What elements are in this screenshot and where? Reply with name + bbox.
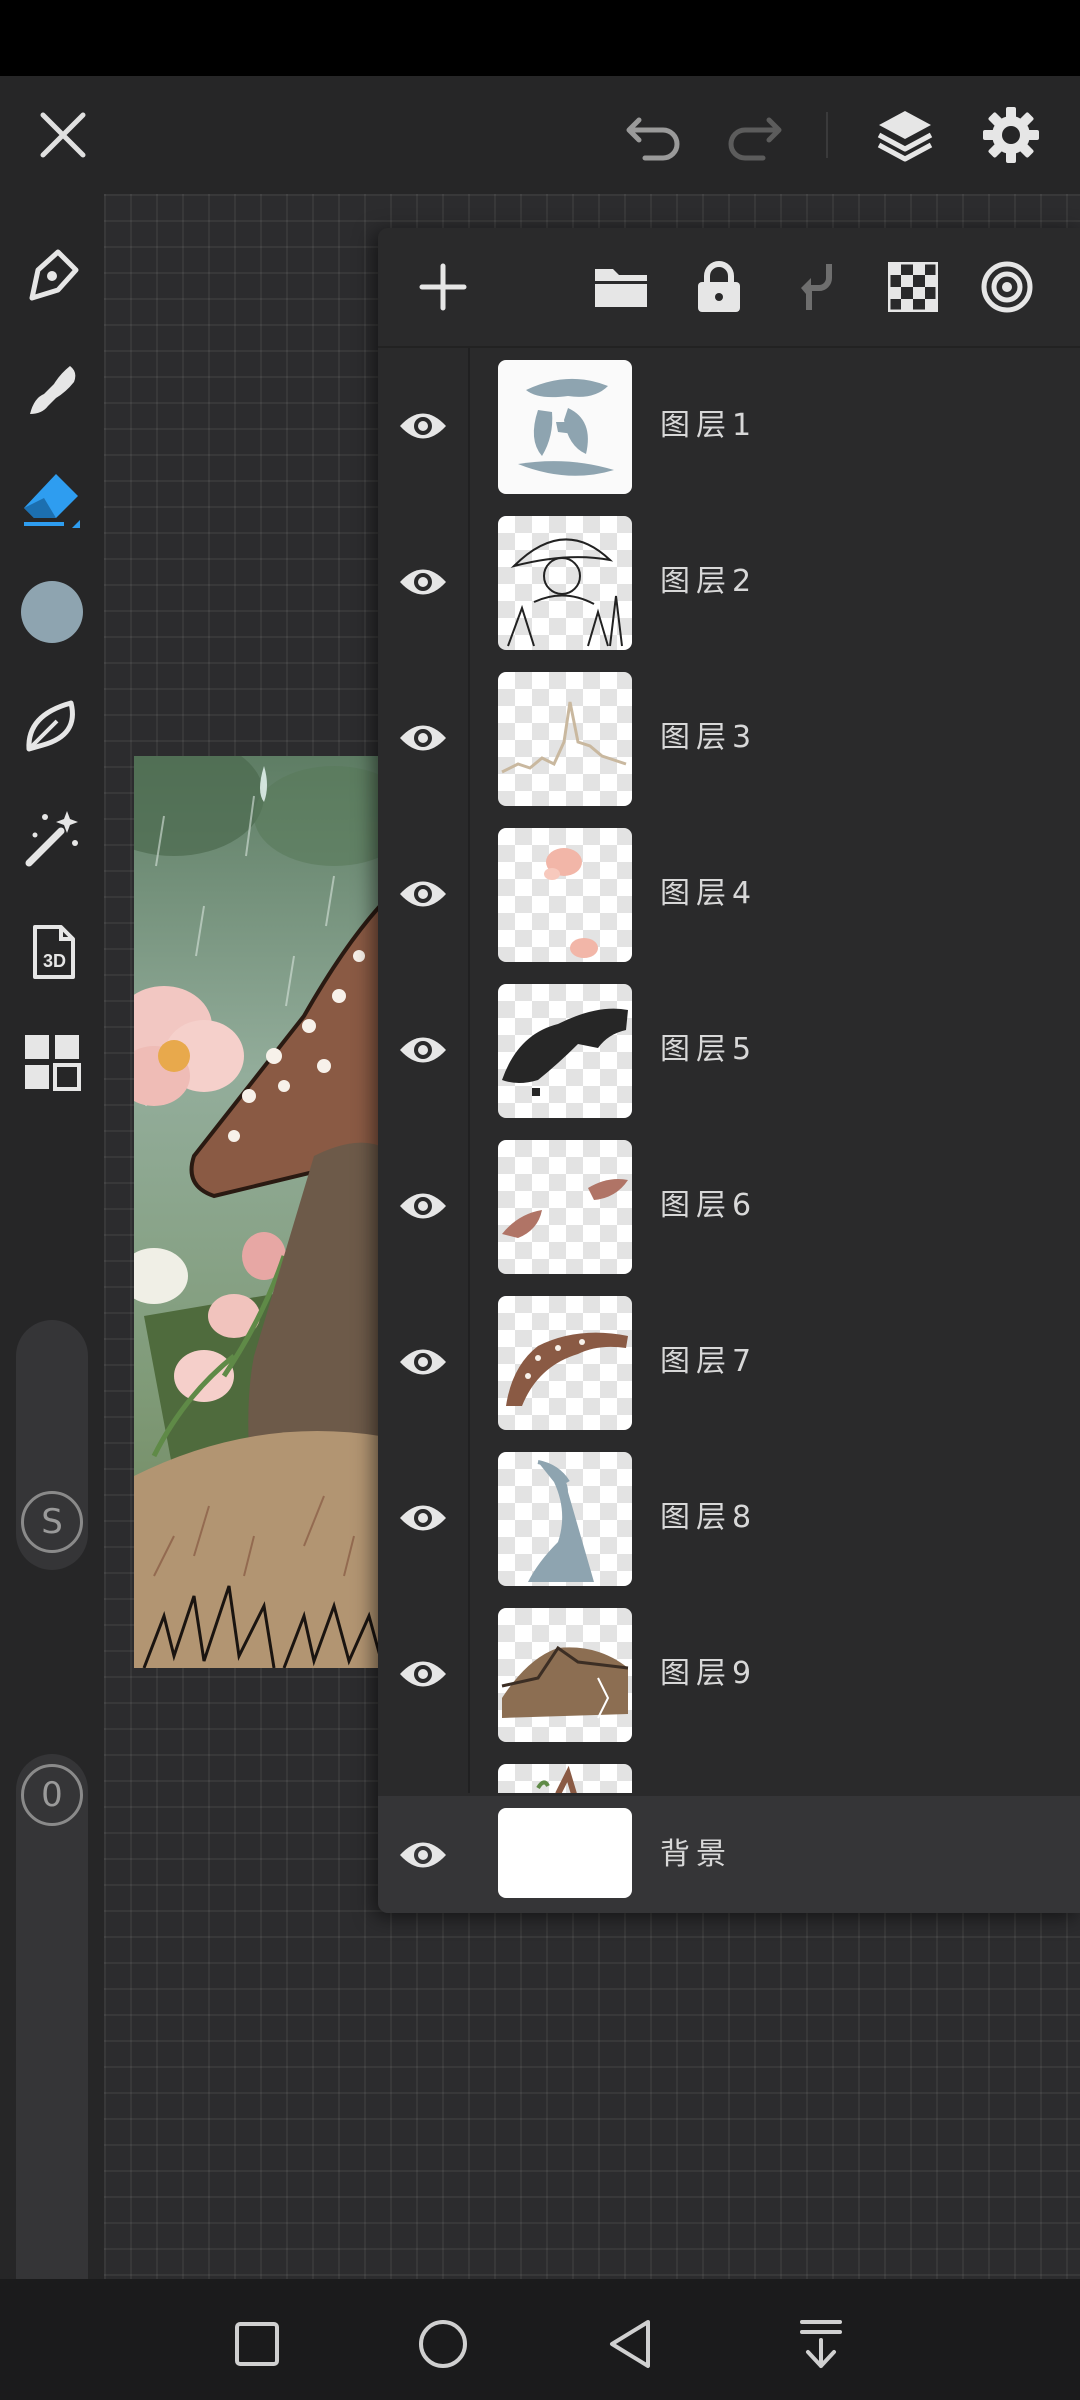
pen-icon[interactable] (14, 238, 90, 314)
settings-icon[interactable] (974, 98, 1048, 172)
layer-name: 图层7 (660, 1344, 758, 1379)
magic-wand-icon[interactable] (14, 800, 90, 876)
merge-down-icon[interactable] (782, 252, 852, 322)
layers-panel-toolbar (378, 228, 1080, 348)
visibility-eye-icon-hidden-row (378, 1752, 470, 1793)
eraser-icon[interactable] (14, 462, 90, 538)
leaf-brush-icon[interactable] (14, 688, 90, 764)
layer-row[interactable] (378, 1752, 1080, 1793)
3d-icon[interactable]: 3D (14, 914, 90, 990)
layer-row[interactable]: 图层5 (378, 972, 1080, 1130)
brush-opacity-slider[interactable]: 0 (16, 1754, 88, 2334)
layer-list: 图层1 图层2 图层3 图层4 图层5 图层6 图层7 图层8 图层9 (378, 348, 1080, 1793)
layer-name: 图层3 (660, 720, 758, 755)
layer-row[interactable]: 图层2 (378, 504, 1080, 662)
visibility-eye-icon[interactable] (378, 1440, 470, 1596)
layer-thumbnail (498, 1452, 632, 1586)
folder-icon[interactable] (586, 252, 656, 322)
left-toolbar: 3D S 0 (0, 194, 104, 2334)
layer-row[interactable]: 图层1 (378, 348, 1080, 506)
brush-size-slider[interactable]: S (16, 1320, 88, 1570)
blend-icon[interactable] (972, 252, 1042, 322)
background-layer-row[interactable]: 背景 (378, 1796, 1080, 1913)
smudge-icon[interactable] (14, 350, 90, 426)
visibility-eye-icon[interactable] (378, 1796, 468, 1913)
layer-row[interactable]: 图层3 (378, 660, 1080, 818)
layer-name: 图层5 (660, 1032, 758, 1067)
visibility-eye-icon[interactable] (378, 660, 470, 816)
layer-thumbnail (498, 1140, 632, 1274)
grid-icon[interactable] (14, 1024, 90, 1100)
layer-row[interactable]: 图层6 (378, 1128, 1080, 1286)
back-icon[interactable] (596, 2309, 666, 2379)
layers-panel: 图层1 图层2 图层3 图层4 图层5 图层6 图层7 图层8 图层9 背景 (378, 228, 1080, 1913)
visibility-eye-icon[interactable] (378, 972, 470, 1128)
redo-icon[interactable] (718, 102, 788, 172)
close-icon[interactable] (28, 100, 98, 170)
visibility-eye-icon[interactable] (378, 1284, 470, 1440)
layer-name: 图层1 (660, 408, 758, 443)
background-layer-thumbnail (498, 1808, 632, 1898)
layer-row[interactable]: 图层9 (378, 1596, 1080, 1754)
layer-thumbnail (498, 516, 632, 650)
add-layer-icon[interactable] (408, 252, 478, 322)
visibility-eye-icon[interactable] (378, 348, 470, 504)
layer-name: 图层6 (660, 1188, 758, 1223)
transparency-icon[interactable] (878, 252, 948, 322)
system-nav-bar (0, 2279, 1080, 2400)
layer-thumbnail (498, 1608, 632, 1742)
layer-row[interactable]: 图层8 (378, 1440, 1080, 1598)
top-bar (0, 76, 1080, 194)
layer-name: 图层9 (660, 1656, 758, 1691)
layer-name: 图层4 (660, 876, 758, 911)
layer-name: 图层2 (660, 564, 758, 599)
lock-icon[interactable] (684, 252, 754, 322)
home-icon[interactable] (408, 2309, 478, 2379)
size-slider-label: S (21, 1491, 83, 1553)
layer-row[interactable]: 图层4 (378, 816, 1080, 974)
visibility-eye-icon[interactable] (378, 1596, 470, 1752)
visibility-eye-icon[interactable] (378, 504, 470, 660)
layer-name: 图层8 (660, 1500, 758, 1535)
visibility-eye-icon[interactable] (378, 1128, 470, 1284)
artwork-image (134, 756, 380, 1668)
divider (826, 112, 828, 158)
notification-shade-icon[interactable] (786, 2309, 856, 2379)
layer-name: 背景 (660, 1837, 732, 1872)
layer-thumbnail (498, 360, 632, 494)
undo-icon[interactable] (620, 102, 690, 172)
layers-icon[interactable] (868, 98, 942, 172)
svg-text:3D: 3D (43, 951, 66, 971)
layer-row[interactable]: 图层7 (378, 1284, 1080, 1442)
layer-thumbnail (498, 828, 632, 962)
opacity-slider-label: 0 (21, 1764, 83, 1826)
layer-thumbnail (498, 1296, 632, 1430)
color-swatch[interactable] (14, 574, 90, 650)
layer-thumbnail (498, 984, 632, 1118)
layer-thumbnail (498, 672, 632, 806)
status-bar (0, 0, 1080, 76)
visibility-eye-icon[interactable] (378, 816, 470, 972)
layer-thumbnail (498, 1764, 632, 1793)
recent-apps-icon[interactable] (222, 2309, 292, 2379)
